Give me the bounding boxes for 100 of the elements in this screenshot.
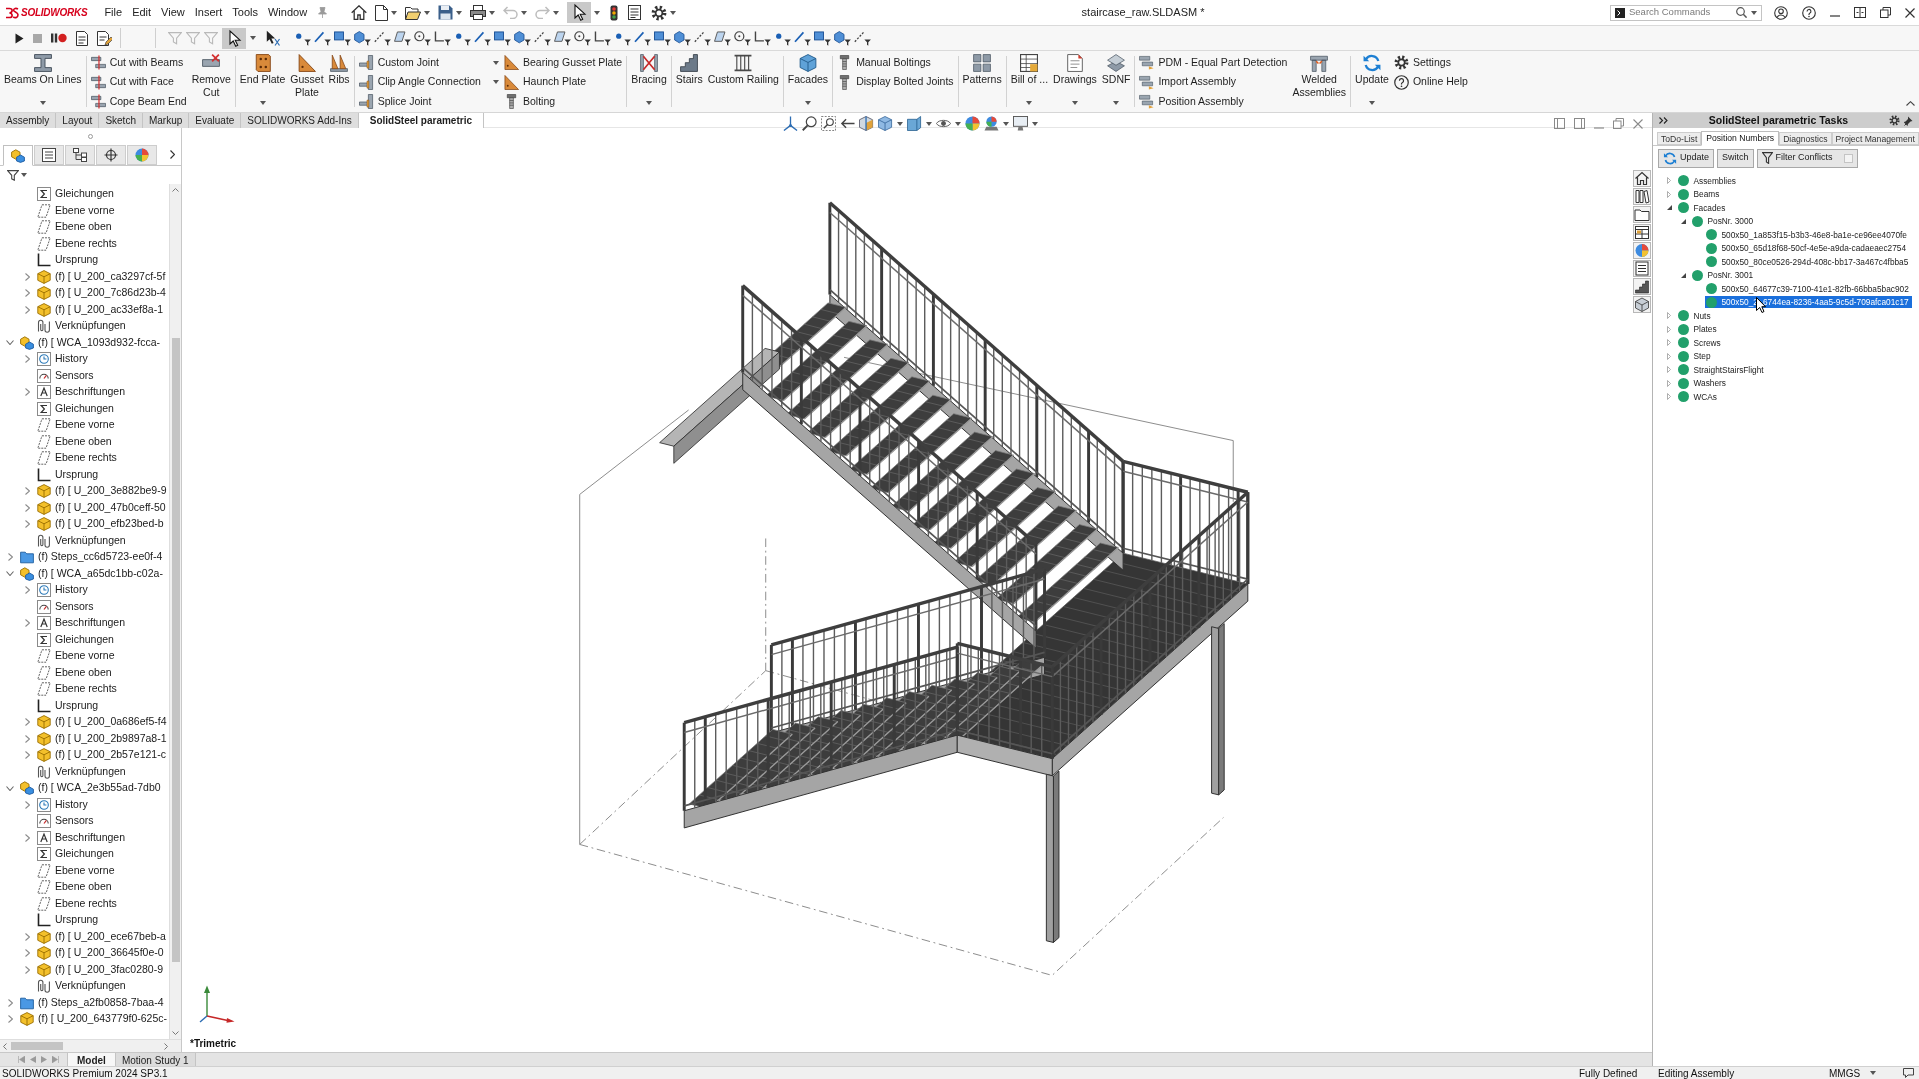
tree-item[interactable]: Gleichungen: [37, 632, 116, 648]
tree-item[interactable]: Washers: [1676, 377, 1729, 390]
dashed-line-funnel-icon[interactable]: [534, 30, 551, 46]
tree-item[interactable]: Ursprung: [37, 698, 101, 714]
tree-item[interactable]: Gleichungen: [37, 186, 116, 202]
tree-item[interactable]: (f) [ U_200_36645f0e-0: [37, 945, 166, 961]
tree-item[interactable]: PosNr. 3001: [1690, 269, 1757, 282]
tree-item[interactable]: (f) [ WCA_2e3b55ad-7db0: [20, 780, 163, 796]
tree-item[interactable]: (f) [ U_200_47b0ceff-50: [37, 500, 168, 516]
chevron-left-icon[interactable]: [3, 1042, 7, 1050]
menu-item[interactable]: Edit: [127, 0, 157, 25]
circle-funnel-icon[interactable]: [734, 30, 751, 46]
parallelogram-funnel-icon[interactable]: [714, 30, 731, 46]
home-icon[interactable]: [1633, 170, 1651, 187]
panel-button[interactable]: Filter Conflicts: [1756, 148, 1858, 168]
tree-item[interactable]: (f) [ U_200_ca3297cf-5f: [37, 269, 168, 285]
tree-item[interactable]: Plates: [1676, 323, 1720, 336]
tile-windows-icon[interactable]: [1854, 7, 1866, 18]
ribbon-button[interactable]: Gusset Plate: [289, 51, 325, 112]
section-cube-icon[interactable]: [859, 116, 874, 131]
tree-item[interactable]: Verknüpfungen: [37, 318, 128, 334]
cube-icon[interactable]: [878, 116, 893, 131]
caret-icon[interactable]: [39, 101, 46, 105]
panel-right-icon[interactable]: [1574, 118, 1585, 129]
axes-icon[interactable]: [783, 116, 798, 131]
tree-item[interactable]: PosNr. 3000: [1690, 215, 1757, 228]
printer-icon[interactable]: [470, 5, 487, 20]
caret-icon[interactable]: [1003, 121, 1009, 126]
color-ball-icon[interactable]: [1633, 242, 1651, 259]
save-icon[interactable]: [438, 5, 454, 20]
ribbon-button[interactable]: Custom Joint: [357, 53, 500, 73]
caret-icon[interactable]: [492, 80, 499, 85]
tab[interactable]: SOLIDWORKS Add-Ins: [241, 113, 359, 128]
tree-item[interactable]: (f) [ U_200_ece67beb-a: [37, 929, 168, 945]
caret-icon[interactable]: [553, 10, 560, 15]
tab[interactable]: Model: [67, 1053, 116, 1066]
tree-item[interactable]: Sensors: [37, 813, 96, 829]
tree-item[interactable]: Gleichungen: [37, 401, 116, 417]
arrow-select-icon[interactable]: [266, 30, 280, 46]
menu-item[interactable]: View: [156, 0, 190, 25]
ribbon-button[interactable]: PDM - Equal Part Detection: [1138, 53, 1289, 73]
ribbon-button[interactable]: Remove Cut: [190, 51, 232, 112]
chevron-down-icon[interactable]: [6, 785, 14, 791]
settings-icon[interactable]: [1889, 115, 1900, 126]
help-icon[interactable]: [1802, 5, 1816, 20]
tree-item[interactable]: Ebene vorne: [37, 417, 117, 433]
new-document-icon[interactable]: [375, 4, 389, 21]
tree-item[interactable]: Ebene rechts: [37, 450, 119, 466]
caret-icon[interactable]: [492, 60, 499, 65]
ribbon-button[interactable]: SDNF: [1100, 51, 1132, 112]
restore-icon[interactable]: [1880, 7, 1891, 18]
caret-icon[interactable]: [1026, 101, 1033, 105]
tree-item[interactable]: Assemblies: [1676, 174, 1739, 187]
user-icon[interactable]: [1774, 5, 1788, 20]
caret-icon[interactable]: [489, 10, 496, 15]
ribbon-button[interactable]: Display Bolted Joints: [836, 72, 955, 92]
ribbon-button[interactable]: Facades: [786, 51, 830, 112]
magnifier-icon[interactable]: [802, 116, 817, 131]
square-funnel-icon[interactable]: [334, 30, 351, 46]
checkbox[interactable]: [1843, 153, 1853, 163]
ribbon-button[interactable]: Bracing: [630, 51, 668, 112]
tree-item[interactable]: Ursprung: [37, 912, 101, 928]
tab[interactable]: ToDo-List: [1657, 132, 1702, 145]
tree-item[interactable]: WCAs: [1676, 390, 1720, 403]
ribbon-button[interactable]: Bill of ...: [1009, 51, 1050, 112]
ribbon-button[interactable]: Settings: [1392, 53, 1469, 73]
tree-item[interactable]: Screws: [1676, 336, 1724, 349]
menu-item[interactable]: Tools: [227, 0, 263, 25]
scrollbar-thumb[interactable]: [11, 1042, 63, 1050]
ribbon-button[interactable]: Update: [1354, 51, 1390, 112]
script-edit-icon[interactable]: [97, 30, 112, 46]
close-icon[interactable]: [1905, 7, 1915, 18]
monitor-icon[interactable]: [1013, 116, 1028, 131]
square-funnel-icon[interactable]: [814, 30, 831, 46]
tree-item[interactable]: Nuts: [1676, 309, 1714, 322]
tree-item[interactable]: Ebene vorne: [37, 863, 117, 879]
arrow-back-icon[interactable]: [840, 116, 855, 131]
tree-item[interactable]: Ebene oben: [37, 665, 114, 681]
tree-item[interactable]: Ebene vorne: [37, 648, 117, 664]
tree-item[interactable]: (f) [ U_200_3fac0280-9: [37, 962, 165, 978]
tree-item[interactable]: Ebene oben: [37, 434, 114, 450]
shaded-box-icon[interactable]: [907, 116, 922, 131]
corner-funnel-icon[interactable]: [754, 30, 771, 46]
menu-item[interactable]: Insert: [189, 0, 228, 25]
ribbon-button[interactable]: Ribs: [327, 51, 351, 112]
minimize-icon[interactable]: [1830, 14, 1840, 17]
menu-item[interactable]: Window: [262, 0, 313, 25]
tree-item[interactable]: (f) [ U_200_2b9897a8-1: [37, 731, 169, 747]
tree-item[interactable]: (f) [ U_200_7c86d23b-4: [37, 285, 168, 301]
caret-icon[interactable]: [670, 10, 677, 15]
tree-item[interactable]: Sensors: [37, 368, 96, 384]
line-funnel-icon[interactable]: [634, 30, 651, 46]
tab[interactable]: Assembly: [0, 113, 57, 128]
play-icon[interactable]: [15, 32, 24, 44]
tree-item[interactable]: Verknüpfungen: [37, 533, 128, 549]
tree-item[interactable]: Ebene rechts: [37, 236, 119, 252]
scene-icon[interactable]: [984, 116, 999, 131]
caret-icon[interactable]: [926, 121, 932, 126]
chevron-down-icon[interactable]: [172, 1031, 179, 1035]
box-icon[interactable]: [1633, 296, 1651, 313]
